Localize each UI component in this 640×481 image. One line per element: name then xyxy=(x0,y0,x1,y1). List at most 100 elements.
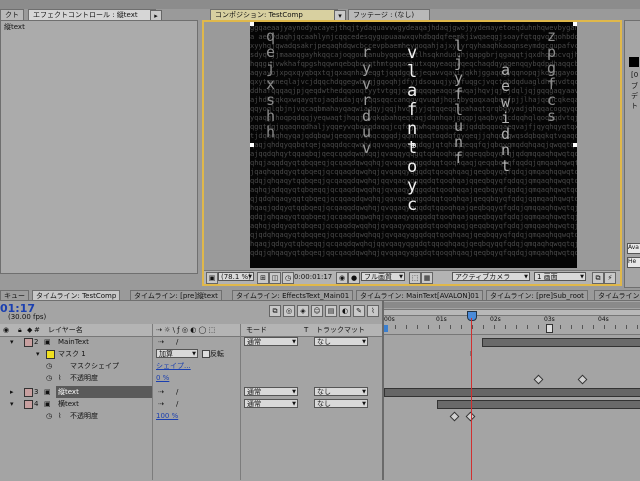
font-family-field[interactable]: Ava xyxy=(627,243,640,254)
stopwatch-icon[interactable]: ◷ xyxy=(46,410,52,422)
opacity-row-horizontal-text[interactable]: ◷ ⌇ 不透明度 100 % xyxy=(0,410,383,422)
mask-handle-mr[interactable] xyxy=(573,143,577,147)
mask-invert-label: 反転 xyxy=(210,350,224,358)
stopwatch-icon[interactable]: ◷ xyxy=(46,360,52,372)
mask-shape-row[interactable]: ◷ マスクシェイプ シェイプ... xyxy=(0,360,383,372)
info-line-4: ト xyxy=(631,102,638,110)
region-of-interest-icon[interactable]: ⬚ xyxy=(409,272,421,284)
mask-handle-tr[interactable] xyxy=(573,22,577,26)
color-swatch[interactable] xyxy=(629,57,639,67)
comp-viewer[interactable]: ggqaeaajyaynodyacayejthqjtydaquavvwgydea… xyxy=(250,22,577,268)
time-navigator[interactable] xyxy=(384,309,640,316)
hide-shy-icon[interactable]: ☺ xyxy=(311,305,323,317)
resolution-dropdown[interactable]: フル画質 xyxy=(361,272,405,282)
top-strip xyxy=(0,0,640,9)
layer-name[interactable]: 横text xyxy=(58,398,79,410)
trkmat-value: なし xyxy=(317,338,331,346)
twirl-down-icon[interactable]: ▾ xyxy=(10,398,14,410)
comp-flowchart-icon[interactable]: ⧉ xyxy=(592,272,604,284)
always-preview-icon[interactable]: ▣ xyxy=(206,272,218,284)
work-area-bar[interactable] xyxy=(384,302,640,308)
safe-margins-icon[interactable]: ⊞ xyxy=(257,272,269,284)
live-update-icon[interactable]: ◎ xyxy=(283,305,295,317)
comp-marker-icon[interactable] xyxy=(546,324,553,333)
ruler-ticks xyxy=(384,325,640,329)
current-time-icon[interactable]: ◷ xyxy=(282,272,294,284)
quality-icon[interactable]: / xyxy=(176,336,178,348)
snapshot-icon[interactable]: ◉ xyxy=(336,272,348,284)
comp-mini-flowchart-icon[interactable]: ⧉ xyxy=(269,305,281,317)
layer-row-vertical-text[interactable]: ▸ 3 ▣ 縦text ⇢ / 通常 なし xyxy=(0,386,383,398)
graph-editor-icon[interactable]: ⌇ xyxy=(367,305,379,317)
mask-mode-dropdown[interactable]: 加算 xyxy=(156,349,198,359)
layer-bar-vertical-text[interactable] xyxy=(384,388,640,397)
opacity-value[interactable]: 0 % xyxy=(156,372,169,384)
col-mode[interactable]: モード xyxy=(246,324,267,336)
views-dropdown[interactable]: 1 画面 xyxy=(534,272,586,282)
collapse-icon[interactable]: ⇢ xyxy=(158,336,164,348)
twirl-down-icon[interactable]: ▾ xyxy=(36,348,40,360)
zoom-dropdown[interactable]: (78.1 %) xyxy=(218,272,254,282)
anchor-point-icon[interactable]: ⊕ xyxy=(410,141,417,150)
mode-dropdown[interactable]: 通常 xyxy=(244,337,298,347)
label-color[interactable] xyxy=(24,388,33,397)
transparency-grid-icon[interactable]: ▦ xyxy=(421,272,433,284)
mode-value: 通常 xyxy=(247,388,261,396)
trkmat-dropdown[interactable]: なし xyxy=(314,399,368,409)
layer-name[interactable]: MainText xyxy=(58,336,89,348)
frame-blending-icon[interactable]: ▤ xyxy=(325,305,337,317)
mode-dropdown[interactable]: 通常 xyxy=(244,387,298,397)
trkmat-dropdown[interactable]: なし xyxy=(314,337,368,347)
timecode-display[interactable]: 0:00:01:17 xyxy=(294,273,332,281)
property-name: 不透明度 xyxy=(70,374,98,382)
layer-row-maintext[interactable]: ▾ 2 ▣ MainText ⇢ / 通常 なし xyxy=(0,336,383,348)
mask-row[interactable]: ▾ マスク 1 加算 反転 xyxy=(0,348,383,360)
col-layer-name[interactable]: レイヤー名 xyxy=(48,324,83,336)
matrix-column-2: r y v r d u v xyxy=(362,43,372,157)
fast-preview-icon[interactable]: ⚡ xyxy=(604,272,616,284)
label-color[interactable] xyxy=(24,400,33,409)
current-time-indicator-head[interactable] xyxy=(467,311,477,321)
mask-color[interactable] xyxy=(46,350,55,359)
mode-dropdown[interactable]: 通常 xyxy=(244,399,298,409)
stopwatch-icon[interactable]: ◷ xyxy=(46,372,52,384)
col-number: # xyxy=(34,326,40,334)
trkmat-dropdown[interactable]: なし xyxy=(314,387,368,397)
collapse-icon[interactable]: ⇢ xyxy=(158,398,164,410)
quality-icon[interactable]: / xyxy=(176,398,178,410)
mask-mode-value: 加算 xyxy=(159,350,173,358)
opacity-value[interactable]: 100 % xyxy=(156,410,178,422)
work-area-start-marker[interactable] xyxy=(384,325,388,332)
mask-name[interactable]: マスク 1 xyxy=(58,348,86,360)
twirl-down-icon[interactable]: ▾ xyxy=(10,336,14,348)
camera-dropdown[interactable]: アクティブカメラ xyxy=(452,272,530,282)
quality-icon[interactable]: / xyxy=(176,386,178,398)
show-channel-icon[interactable]: ● xyxy=(348,272,360,284)
draft-3d-icon[interactable]: ◈ xyxy=(297,305,309,317)
time-ruler[interactable]: 00s 01s 02s 03s 04s xyxy=(384,316,640,335)
font-style-field[interactable]: He xyxy=(627,257,640,268)
graph-icon: ⌇ xyxy=(58,412,62,420)
label-color[interactable] xyxy=(24,338,33,347)
motion-blur-icon[interactable]: ◐ xyxy=(339,305,351,317)
collapse-icon[interactable]: ⇢ xyxy=(158,386,164,398)
twirl-right-icon[interactable]: ▸ xyxy=(10,386,14,398)
matrix-column-5: a e w i d n t xyxy=(501,61,511,175)
opacity-row-maintext[interactable]: ◷ ⌇ 不透明度 0 % xyxy=(0,372,383,384)
mask-view-icon[interactable]: ◫ xyxy=(269,272,281,284)
info-line-2: ブ xyxy=(631,82,638,90)
brainstorm-icon[interactable]: ✎ xyxy=(353,305,365,317)
comp-layer-icon: ▣ xyxy=(44,400,51,408)
layer-name[interactable]: 縦text xyxy=(58,386,79,398)
mask-handle-tl[interactable] xyxy=(250,22,254,26)
layer-row-horizontal-text[interactable]: ▾ 4 ▣ 横text ⇢ / 通常 なし xyxy=(0,398,383,410)
views-value: 1 画面 xyxy=(537,273,558,281)
mode-value: 通常 xyxy=(247,400,261,408)
layer-bar-maintext[interactable] xyxy=(482,338,640,347)
layer-bar-horizontal-text[interactable] xyxy=(437,400,640,409)
mask-shape-value[interactable]: シェイプ... xyxy=(156,360,191,372)
col-trkmat[interactable]: トラックマット xyxy=(316,324,365,336)
current-time-indicator-line[interactable] xyxy=(471,318,472,480)
mask-invert-checkbox[interactable] xyxy=(202,350,210,358)
mask-handle-ml[interactable] xyxy=(250,143,254,147)
